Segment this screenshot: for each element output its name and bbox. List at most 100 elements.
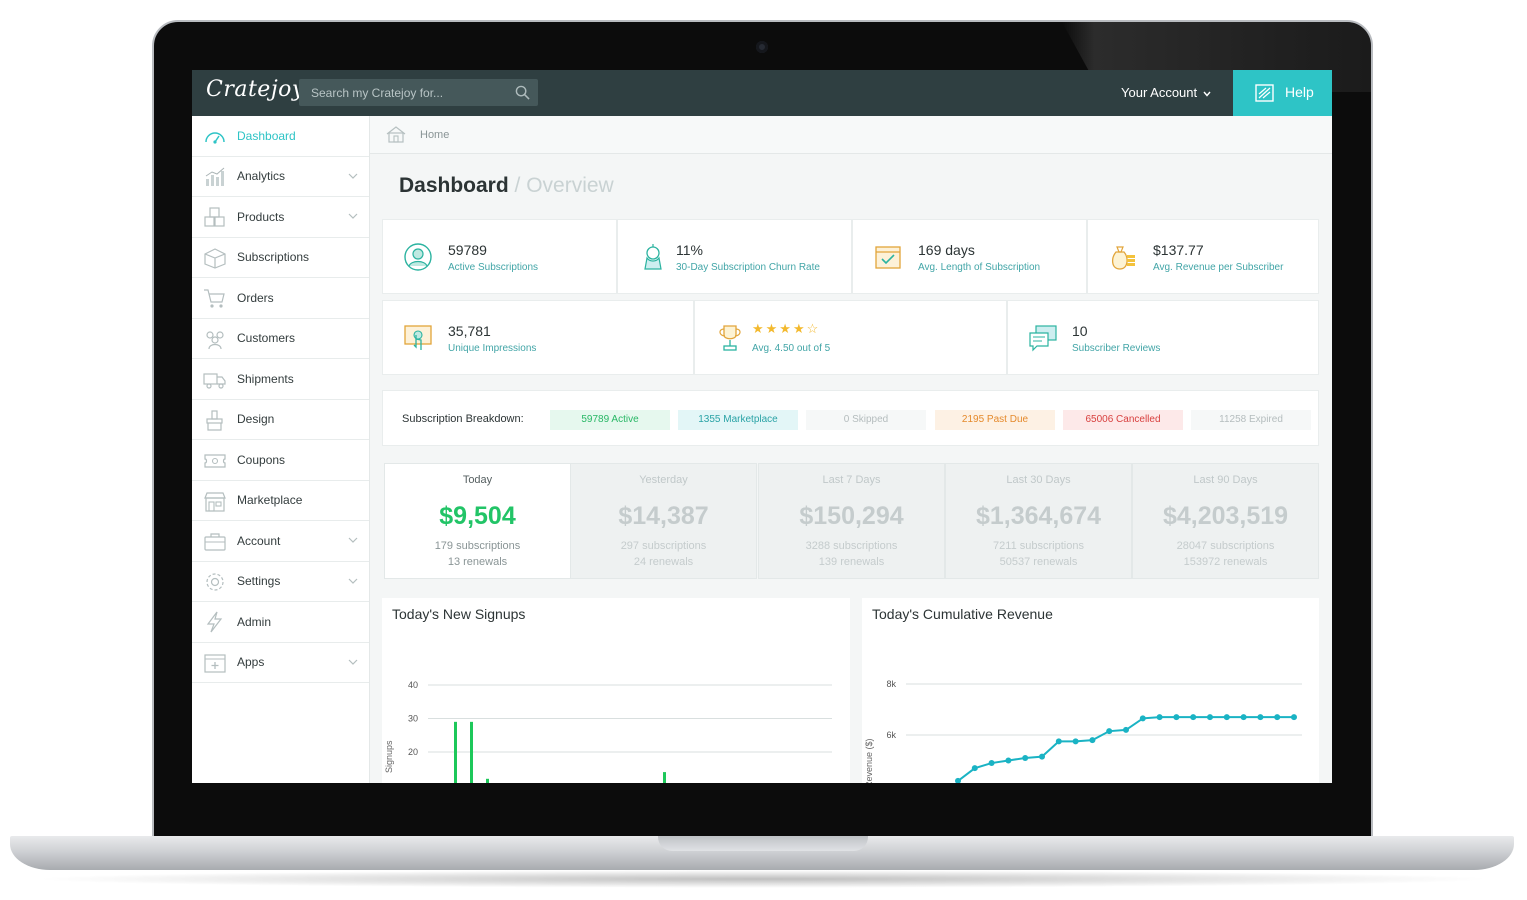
sidebar-item-label: Dashboard <box>237 128 296 143</box>
sidebar-item-shipments[interactable]: Shipments <box>192 359 369 400</box>
people-icon <box>206 330 224 349</box>
chevron-down-icon[interactable] <box>348 577 358 585</box>
rating-stars: ★★★★☆ <box>752 321 821 336</box>
briefcase-icon <box>204 533 226 551</box>
search-icon[interactable] <box>515 85 530 100</box>
stat-label: 30-Day Subscription Churn Rate <box>676 262 820 273</box>
stat-card-avg-revenue[interactable]: $137.77 Avg. Revenue per Subscriber <box>1087 219 1319 294</box>
revenue-point <box>1207 714 1213 721</box>
boxes-icon <box>204 207 225 227</box>
chart-new-signups: Today's New Signups 20 30 40 Signups <box>382 598 850 783</box>
y-tick-label: 6k <box>886 730 896 740</box>
y-tick-label: 40 <box>408 680 418 690</box>
sidebar-item-orders[interactable]: Orders <box>192 278 369 319</box>
stat-value: 59789 <box>448 242 487 258</box>
apps-icon <box>204 653 226 673</box>
revenue-point <box>1274 714 1281 721</box>
period-tab-last-90-days[interactable]: Last 90 Days $4,203,519 28047 subscription… <box>1132 463 1319 579</box>
search-input[interactable] <box>299 79 509 106</box>
revenue-point <box>1055 738 1062 745</box>
sidebar-item-admin[interactable]: Admin <box>192 602 369 643</box>
chart-cumulative-revenue: Today's Cumulative Revenue 6k 8k Revenue (… <box>862 598 1319 783</box>
sidebar-item-label: Products <box>237 209 285 224</box>
chevron-down-icon[interactable] <box>348 212 358 220</box>
breakdown-pill[interactable]: 0 Skipped <box>806 410 926 430</box>
breakdown-pill[interactable]: 2195 Past Due <box>935 410 1055 430</box>
help-icon <box>1255 84 1274 102</box>
stat-card-reviews[interactable]: 10 Subscriber Reviews <box>1007 300 1319 375</box>
stat-value: 169 days <box>918 242 975 258</box>
sidebar-item-label: Coupons <box>237 452 286 467</box>
box-icon <box>204 247 226 269</box>
revenue-point <box>1072 738 1079 745</box>
period-label: Last 7 Days <box>822 474 881 486</box>
period-tab-today[interactable]: Today $9,504 179 subscriptions 13 renewals <box>384 463 571 579</box>
revenue-point <box>1005 757 1012 764</box>
period-renewals: 13 renewals <box>447 556 508 568</box>
sidebar-item-products[interactable]: Products <box>192 197 369 238</box>
period-tab-yesterday[interactable]: Yesterday $14,387 297 subscriptions 24 rene… <box>570 463 757 579</box>
sidebar-item-apps[interactable]: Apps <box>192 643 369 683</box>
period-amount: $4,203,519 <box>1162 502 1289 530</box>
sidebar-item-subscriptions[interactable]: Subscriptions <box>192 238 369 278</box>
revenue-point <box>1106 728 1113 735</box>
stat-card-avg-length[interactable]: 169 days Avg. Length of Subscription <box>852 219 1087 294</box>
chevron-down-icon[interactable] <box>348 172 358 180</box>
chevron-down-icon[interactable] <box>348 536 358 544</box>
breakdown-pill[interactable]: 1355 Marketplace <box>678 410 798 430</box>
cratejoy-logo[interactable]: Cratejoy <box>206 77 305 102</box>
period-label: Yesterday <box>639 474 688 486</box>
period-tab-last-30-days[interactable]: Last 30 Days $1,364,674 7211 subscriptions… <box>945 463 1132 579</box>
stat-value: 35,781 <box>448 323 491 339</box>
chevron-down-icon[interactable] <box>348 658 358 666</box>
revenue-point <box>1173 714 1180 721</box>
sidebar-item-design[interactable]: Design <box>192 400 369 440</box>
revenue-line <box>957 716 1294 782</box>
page-title-sub: / Overview <box>514 174 614 197</box>
breakdown-pill[interactable]: 11258 Expired <box>1191 410 1311 430</box>
trophy-icon <box>719 325 741 351</box>
sidebar-item-marketplace[interactable]: Marketplace <box>192 481 369 521</box>
stat-label: Avg. Revenue per Subscriber <box>1153 262 1284 273</box>
sidebar-item-label: Marketplace <box>237 493 303 508</box>
sidebar-item-label: Subscriptions <box>237 250 310 265</box>
sidebar-item-customers[interactable]: Customers <box>192 319 369 359</box>
sidebar-item-coupons[interactable]: Coupons <box>192 440 369 481</box>
stat-card-active-subscriptions[interactable]: 59789 Active Subscriptions <box>382 219 617 294</box>
sidebar-item-account[interactable]: Account <box>192 521 369 562</box>
signup-bar <box>454 721 457 783</box>
stat-card-rating[interactable]: ★★★★☆ Avg. 4.50 out of 5 <box>694 300 1007 375</box>
signup-bar <box>486 778 489 783</box>
account-menu[interactable]: Your Account <box>1121 85 1211 100</box>
sidebar-item-dashboard[interactable]: Dashboard <box>192 116 369 157</box>
period-amount: $14,387 <box>618 502 709 530</box>
laptop-base-notch <box>658 836 868 851</box>
chevron-down-icon <box>1203 91 1211 97</box>
sidebar-item-settings[interactable]: Settings <box>192 562 369 602</box>
ghost-user-icon <box>644 244 662 270</box>
subscription-breakdown: Subscription Breakdown: 59789 Active 1355… <box>382 390 1319 446</box>
breakdown-title: Subscription Breakdown: <box>402 413 524 425</box>
help-button[interactable]: Help <box>1233 70 1332 116</box>
period-subscriptions: 179 subscriptions <box>434 540 521 552</box>
revenue-point <box>1022 754 1029 761</box>
sidebar-item-label: Customers <box>237 331 296 346</box>
breadcrumb-home[interactable]: Home <box>420 129 449 141</box>
sidebar-item-label: Account <box>237 533 281 548</box>
period-tab-last-7-days[interactable]: Last 7 Days $150,294 3288 subscriptions 139… <box>758 463 945 579</box>
revenue-point <box>1156 714 1163 721</box>
revenue-point <box>971 765 978 772</box>
breakdown-pill[interactable]: 65006 Cancelled <box>1063 410 1183 430</box>
stat-label: Avg. 4.50 out of 5 <box>752 343 831 354</box>
signup-bar <box>663 772 666 783</box>
stat-label: Unique Impressions <box>448 343 537 354</box>
period-amount: $1,364,674 <box>975 502 1102 530</box>
sidebar-item-label: Admin <box>237 614 272 629</box>
stat-card-churn-rate[interactable]: 11% 30-Day Subscription Churn Rate <box>617 219 852 294</box>
cart-icon <box>204 289 225 308</box>
home-icon[interactable] <box>386 126 406 143</box>
stat-card-impressions[interactable]: 35,781 Unique Impressions <box>382 300 694 375</box>
sidebar-item-analytics[interactable]: Analytics <box>192 157 369 197</box>
gauge-icon <box>205 132 225 144</box>
breakdown-pill[interactable]: 59789 Active <box>550 410 670 430</box>
